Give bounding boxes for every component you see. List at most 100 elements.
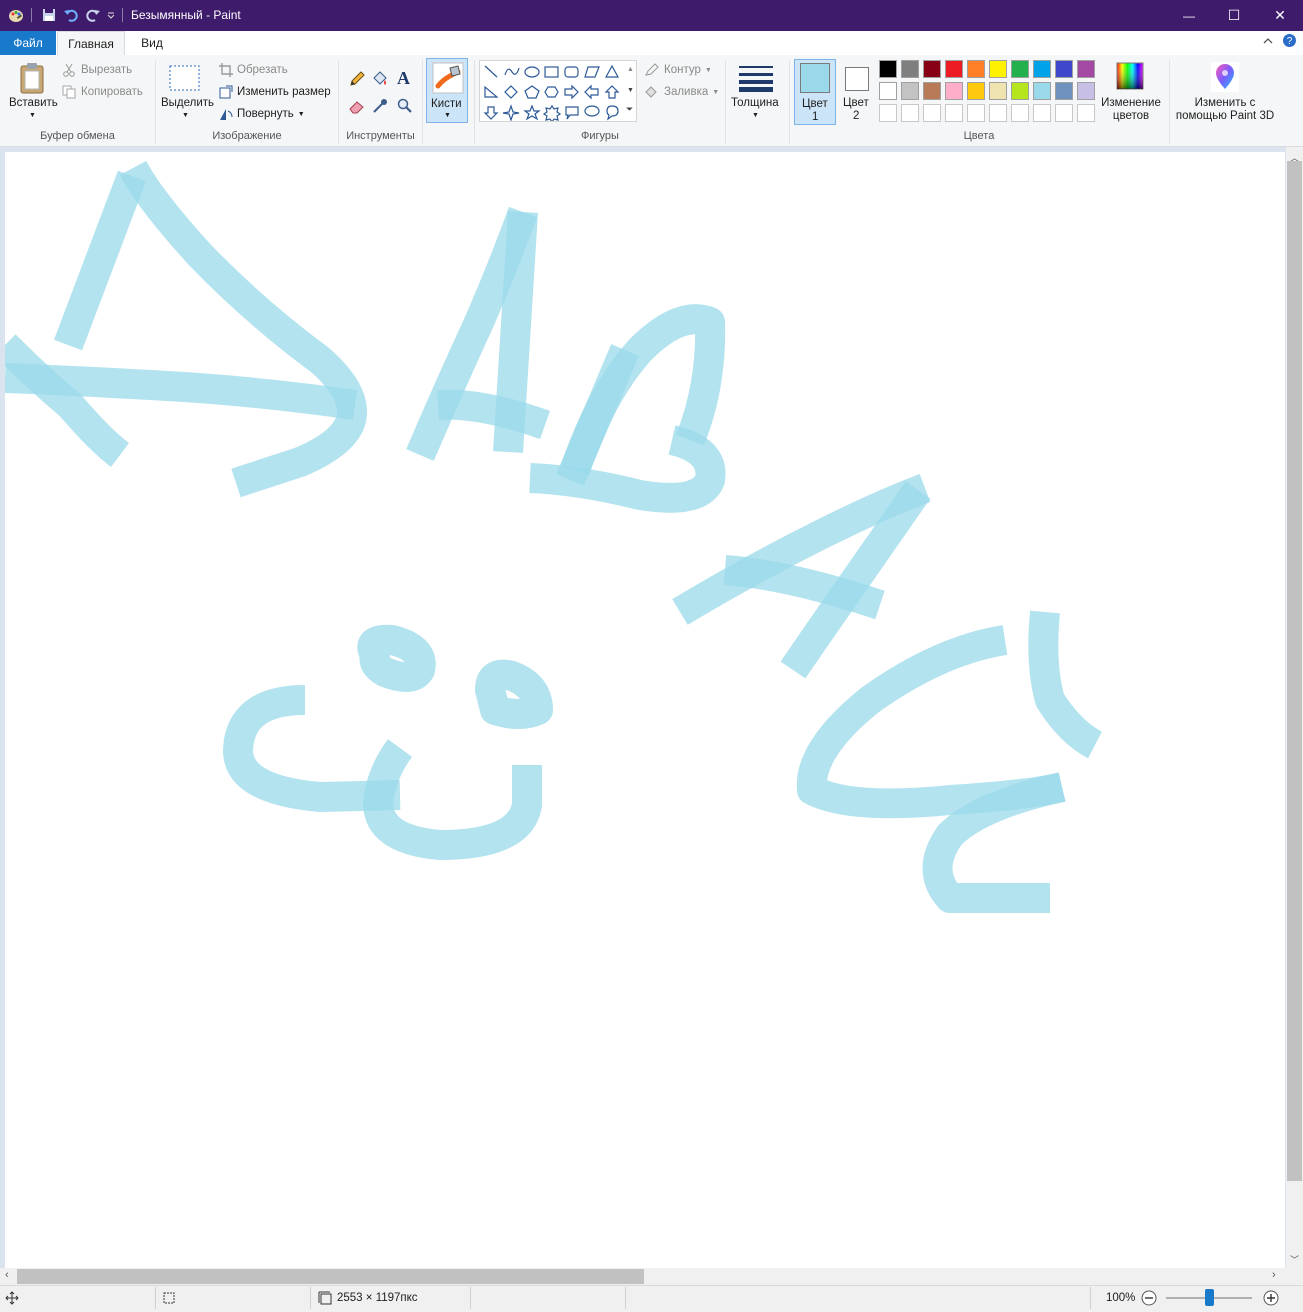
palette-swatch[interactable] [1033, 60, 1051, 78]
tab-view[interactable]: Вид [130, 31, 174, 55]
vertical-scroll-thumb[interactable] [1287, 161, 1302, 1181]
palette-swatch[interactable] [1011, 60, 1029, 78]
chevron-down-icon: ▼ [182, 112, 189, 119]
redo-icon[interactable] [85, 7, 101, 23]
color2-swatch [845, 67, 869, 91]
palette-swatch[interactable] [945, 60, 963, 78]
close-button[interactable]: ✕ [1257, 0, 1303, 31]
crop-label: Обрезать [237, 64, 288, 76]
edit-colors-button[interactable]: Изменение цветов [1099, 60, 1163, 124]
customize-quick-access-icon[interactable] [105, 7, 117, 23]
eraser-icon[interactable] [348, 97, 366, 118]
vertical-scrollbar[interactable]: ︿ ﹀ [1286, 147, 1303, 1268]
palette-swatch[interactable] [1055, 104, 1073, 122]
color2-button[interactable]: Цвет 2 [838, 59, 876, 125]
color1-label: Цвет [802, 98, 828, 110]
horizontal-scrollbar[interactable]: ‹ › [0, 1268, 1286, 1285]
help-icon[interactable]: ? [1282, 33, 1297, 51]
scroll-down-arrow-icon[interactable]: ﹀ [1290, 1253, 1299, 1266]
shapes-scroll-down-icon[interactable]: ▼ [627, 87, 634, 94]
size-button[interactable]: Толщина ▼ [730, 60, 782, 122]
cut-label: Вырезать [81, 64, 133, 76]
palette-swatch[interactable] [1011, 104, 1029, 122]
palette-swatch[interactable] [1033, 104, 1051, 122]
palette-swatch[interactable] [1077, 104, 1095, 122]
edit-colors-label-1: Изменение [1101, 97, 1161, 109]
palette-swatch[interactable] [1011, 82, 1029, 100]
palette-swatch[interactable] [1077, 82, 1095, 100]
palette-swatch[interactable] [879, 104, 897, 122]
scroll-left-arrow-icon[interactable]: ‹ [5, 1269, 9, 1281]
shapes-expand-icon[interactable]: ⏷ [626, 104, 633, 115]
rotate-button[interactable]: Повернуть ▼ [219, 105, 305, 123]
color2-number: 2 [853, 110, 860, 122]
palette-swatch[interactable] [879, 60, 897, 78]
copy-button[interactable]: Копировать [62, 83, 143, 101]
color1-button[interactable]: Цвет 1 [794, 59, 836, 125]
paint-app-icon[interactable] [8, 7, 24, 23]
ribbon-tab-row [0, 31, 1303, 56]
palette-swatch[interactable] [923, 60, 941, 78]
brush-icon [432, 62, 464, 94]
cut-button[interactable]: Вырезать [62, 61, 132, 79]
clipboard-group-label: Буфер обмена [40, 130, 115, 142]
line-thickness-icon [739, 66, 773, 92]
palette-swatch[interactable] [879, 82, 897, 100]
color-picker-icon[interactable] [371, 97, 389, 118]
palette-swatch[interactable] [901, 60, 919, 78]
zoom-in-button[interactable] [1263, 1290, 1279, 1309]
palette-swatch[interactable] [923, 104, 941, 122]
save-icon[interactable] [41, 7, 57, 23]
palette-swatch[interactable] [945, 82, 963, 100]
cursor-position-icon [5, 1291, 19, 1308]
drawing-canvas[interactable] [0, 152, 1285, 1268]
crop-button[interactable]: Обрезать [219, 61, 288, 79]
palette-swatch[interactable] [989, 104, 1007, 122]
palette-swatch[interactable] [1055, 82, 1073, 100]
color-spectrum-icon [1116, 62, 1144, 90]
brush-strokes-drawing [0, 160, 1103, 913]
group-divider [1169, 60, 1170, 144]
titlebar-divider [122, 8, 123, 22]
horizontal-scroll-thumb[interactable] [17, 1269, 644, 1284]
outline-button[interactable]: Контур ▼ [644, 61, 712, 79]
palette-swatch[interactable] [989, 82, 1007, 100]
brushes-button[interactable]: Кисти ▼ [426, 58, 468, 123]
palette-swatch[interactable] [901, 104, 919, 122]
shapes-scroll-up-icon[interactable]: ▲ [627, 66, 634, 73]
palette-swatch[interactable] [967, 82, 985, 100]
tab-home[interactable]: Главная [57, 31, 125, 55]
chevron-down-icon: ▼ [444, 112, 451, 119]
zoom-slider-thumb[interactable] [1205, 1289, 1214, 1306]
paste-button[interactable]: Вставить ▼ [6, 60, 58, 122]
scroll-right-arrow-icon[interactable]: › [1272, 1269, 1276, 1281]
palette-swatch[interactable] [967, 104, 985, 122]
fill-button[interactable]: Заливка ▼ [644, 83, 719, 101]
palette-swatch[interactable] [923, 82, 941, 100]
palette-swatch[interactable] [989, 60, 1007, 78]
outline-label: Контур [664, 64, 701, 76]
image-group-label: Изображение [212, 130, 282, 142]
resize-button[interactable]: Изменить размер [219, 83, 331, 101]
edit-with-paint3d-button[interactable]: Изменить с помощью Paint 3D [1172, 60, 1278, 124]
fill-bucket-icon[interactable] [371, 70, 389, 91]
select-button[interactable]: Выделить ▼ [159, 60, 214, 122]
maximize-button[interactable]: ☐ [1211, 0, 1257, 31]
chevron-down-icon: ▼ [29, 112, 36, 119]
status-divider [625, 1287, 626, 1309]
palette-swatch[interactable] [967, 60, 985, 78]
palette-swatch[interactable] [901, 82, 919, 100]
minimize-button[interactable]: — [1166, 0, 1212, 31]
text-tool-icon[interactable]: A [397, 68, 410, 89]
palette-swatch[interactable] [1077, 60, 1095, 78]
pencil-icon[interactable] [348, 70, 366, 91]
palette-swatch[interactable] [945, 104, 963, 122]
palette-swatch[interactable] [1033, 82, 1051, 100]
zoom-out-button[interactable] [1141, 1290, 1157, 1309]
undo-icon[interactable] [63, 7, 79, 23]
resize-icon [219, 85, 233, 99]
minimize-ribbon-icon[interactable] [1262, 35, 1274, 49]
magnifier-icon[interactable] [396, 97, 414, 118]
tab-file[interactable]: Файл [0, 31, 56, 55]
palette-swatch[interactable] [1055, 60, 1073, 78]
